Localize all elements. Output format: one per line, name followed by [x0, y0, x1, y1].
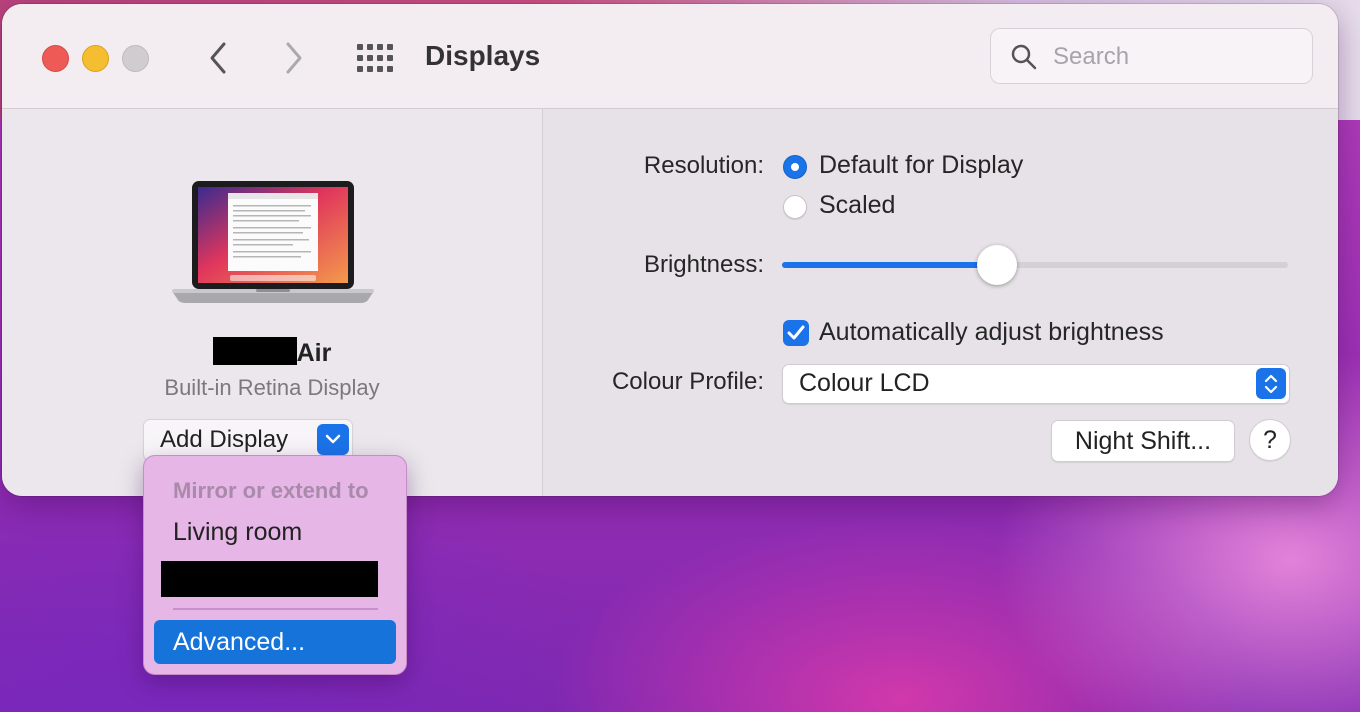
- forward-button[interactable]: [278, 38, 310, 78]
- redacted-name: [212, 337, 297, 365]
- brightness-slider-fill: [782, 262, 995, 268]
- radio-scaled[interactable]: [783, 195, 807, 219]
- resolution-label: Resolution:: [643, 152, 764, 179]
- search-field[interactable]: [990, 28, 1313, 84]
- option-default-for-display[interactable]: Default for Display: [819, 151, 1023, 180]
- menu-item-advanced[interactable]: Advanced...: [154, 620, 396, 664]
- colour-profile-label: Colour Profile:: [611, 368, 764, 395]
- grid-icon: [357, 44, 393, 72]
- brightness-slider[interactable]: [782, 262, 1288, 268]
- window-title: Displays: [425, 40, 541, 71]
- auto-brightness-checkbox[interactable]: [783, 320, 809, 346]
- macbook-air-illustration: [172, 181, 374, 303]
- auto-brightness-label[interactable]: Automatically adjust brightness: [819, 318, 1164, 347]
- close-button[interactable]: [42, 45, 69, 72]
- menu-item-redacted[interactable]: [161, 561, 378, 597]
- menu-section-header: Mirror or extend to: [173, 478, 369, 503]
- colour-profile-select[interactable]: Colour LCD: [782, 364, 1290, 404]
- system-preferences-window: Displays Search Air Built-in Retina Disp…: [2, 4, 1338, 496]
- menu-separator: [173, 608, 378, 610]
- night-shift-label: Night Shift...: [1074, 427, 1212, 455]
- zoom-button[interactable]: [122, 45, 149, 72]
- help-button[interactable]: ?: [1249, 419, 1291, 461]
- brightness-slider-knob[interactable]: [976, 245, 1017, 285]
- brightness-label: Brightness:: [643, 251, 764, 278]
- display-name: Air: [2, 337, 542, 368]
- checkmark-icon: [787, 325, 805, 340]
- titlebar: Displays: [2, 4, 1338, 109]
- chevron-right-icon: [286, 42, 302, 74]
- minimize-button[interactable]: [82, 45, 109, 72]
- search-input[interactable]: [1051, 39, 1295, 75]
- back-button[interactable]: [202, 38, 234, 78]
- night-shift-button[interactable]: Night Shift...: [1051, 420, 1235, 462]
- menu-item-advanced-label: Advanced...: [173, 628, 306, 656]
- add-display-dropdown[interactable]: [317, 424, 349, 455]
- option-scaled[interactable]: Scaled: [819, 191, 895, 220]
- add-display-menu: Mirror or extend to Living room Advanced…: [143, 455, 407, 675]
- display-sidebar: Air Built-in Retina Display Add Display: [2, 109, 543, 496]
- radio-default-for-display[interactable]: [783, 155, 807, 179]
- up-down-arrows-icon: [1264, 374, 1278, 394]
- chevron-left-icon: [210, 42, 226, 74]
- show-all-button[interactable]: [357, 44, 393, 74]
- menu-item-living-room[interactable]: Living room: [173, 518, 302, 547]
- display-name-suffix: Air: [296, 339, 332, 367]
- magnifier-icon: [1011, 44, 1037, 70]
- colour-profile-stepper: [1256, 368, 1286, 399]
- chevron-down-icon: [325, 434, 341, 444]
- display-subtitle: Built-in Retina Display: [164, 375, 380, 400]
- add-display-label: Add Display: [160, 426, 289, 453]
- colour-profile-value: Colour LCD: [799, 369, 930, 397]
